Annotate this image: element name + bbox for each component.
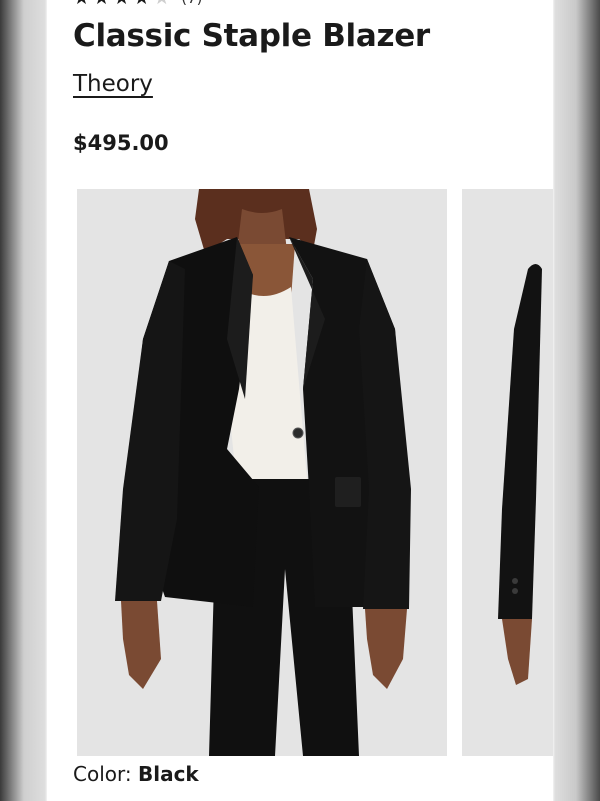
brand-link[interactable]: Theory <box>73 71 153 97</box>
star-icon-filled: ★ <box>93 0 110 8</box>
image-gallery[interactable] <box>77 189 553 756</box>
rating-row[interactable]: ★ ★ ★ ★ ★ (7) <box>73 0 202 8</box>
color-value: Black <box>137 762 199 786</box>
star-icon-filled: ★ <box>133 0 150 8</box>
star-icon-empty: ★ <box>153 0 170 8</box>
product-image-side[interactable] <box>462 189 553 756</box>
star-icon-filled: ★ <box>73 0 90 8</box>
star-icon-filled: ★ <box>113 0 130 8</box>
product-page: ★ ★ ★ ★ ★ (7) Classic Staple Blazer Theo… <box>47 0 553 801</box>
product-price: $495.00 <box>73 131 169 155</box>
color-selector-label: Color: Black <box>73 762 199 786</box>
product-title: Classic Staple Blazer <box>73 18 430 54</box>
product-image-front[interactable] <box>77 189 447 756</box>
review-count[interactable]: (7) <box>181 0 202 8</box>
color-label: Color: <box>73 762 132 786</box>
